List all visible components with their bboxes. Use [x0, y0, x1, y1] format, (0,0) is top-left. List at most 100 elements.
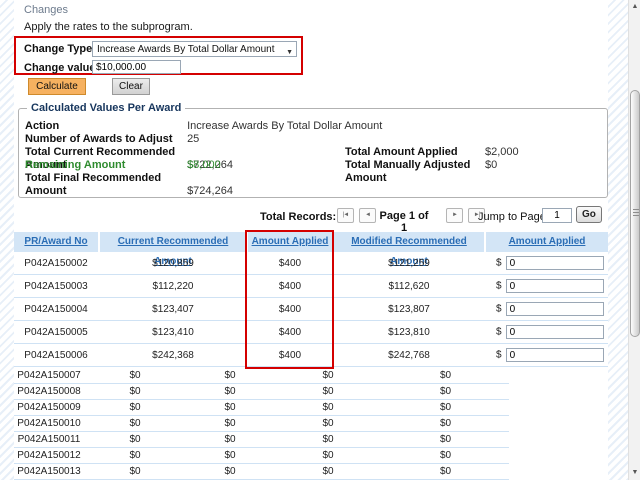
change-type-label: Change Type* — [24, 43, 97, 55]
award-no: P042A150005 — [14, 327, 98, 338]
deviation-input[interactable] — [506, 348, 604, 362]
calculated-values-panel: Calculated Values Per Award Action Incre… — [18, 102, 608, 198]
table-row: P042A150006 $242,368 $400 $242,768 $ — [14, 344, 608, 367]
award-no: P042A150009 — [14, 402, 84, 413]
next-page-button[interactable]: ► — [446, 208, 463, 223]
modified-recommended-amount: $242,768 — [334, 350, 484, 361]
modified-recommended-amount: $0 — [274, 418, 382, 429]
deviation-value: $0 — [382, 466, 509, 477]
table-row: P042A150010 $0 $0 $0 $0 — [14, 416, 509, 432]
deviation-value: $0 — [382, 450, 509, 461]
remaining-amount-value: $8,000 — [187, 159, 221, 171]
vertical-scrollbar[interactable]: ▲ ▼ — [628, 0, 640, 480]
currency-prefix: $ — [496, 281, 502, 292]
deviation-input[interactable] — [506, 302, 604, 316]
previous-page-icon: ◄ — [365, 212, 370, 218]
previous-page-button[interactable]: ◄ — [359, 208, 376, 223]
column-header-award-no[interactable]: PR/Award No — [14, 232, 98, 252]
table-row: P042A150011 $0 $0 $0 $0 — [14, 432, 509, 448]
scroll-up-icon[interactable]: ▲ — [629, 0, 640, 14]
currency-prefix: $ — [496, 327, 502, 338]
deviation-cell: $ — [486, 325, 608, 339]
summary-row: Total Final Recommended Amount $724,264 — [25, 172, 607, 185]
scrollbar-thumb[interactable] — [630, 90, 640, 337]
action-label: Action — [25, 120, 184, 133]
amount-applied: $0 — [186, 466, 274, 477]
table-row: P042A150009 $0 $0 $0 $0 — [14, 400, 509, 416]
manually-adjusted-value: $0 — [485, 159, 497, 172]
amount-applied: $400 — [248, 327, 332, 338]
modified-recommended-amount: $123,807 — [334, 304, 484, 315]
column-header-modified-recommended[interactable]: Modified Recommended Amount — [334, 232, 484, 252]
table-row: P042A150005 $123,410 $400 $123,810 $ — [14, 321, 608, 344]
current-recommended-amount: $120,859 — [100, 258, 246, 269]
summary-row: Total Current Recommended Amount $722,26… — [25, 146, 607, 159]
award-no: P042A150007 — [14, 370, 84, 381]
currency-prefix: $ — [496, 304, 502, 315]
change-type-select[interactable]: Increase Awards By Total Dollar Amount ▼ — [92, 41, 297, 57]
award-no: P042A150004 — [14, 304, 98, 315]
amount-applied: $0 — [186, 386, 274, 397]
awards-table: PR/Award No Current Recommended Amount A… — [14, 232, 608, 367]
deviation-cell: $ — [486, 302, 608, 316]
award-no: P042A150011 — [14, 434, 84, 445]
current-recommended-amount: $0 — [84, 370, 186, 381]
first-page-button[interactable]: |◄ — [337, 208, 354, 223]
page-margin-stripes-left — [0, 0, 14, 480]
modified-recommended-amount: $112,620 — [334, 281, 484, 292]
go-button[interactable]: Go — [576, 206, 602, 223]
jump-to-page-label: Jump to Page — [478, 211, 546, 223]
change-value-label: Change value* — [24, 62, 100, 74]
column-header-current-recommended[interactable]: Current Recommended Amount — [100, 232, 246, 252]
table-row: P042A150013 $0 $0 $0 $0 — [14, 464, 509, 480]
table-row: P042A150002 $120,859 $400 $121,259 $ — [14, 252, 608, 275]
clear-button[interactable]: Clear — [112, 78, 150, 95]
dropdown-arrow-icon: ▼ — [286, 46, 293, 60]
summary-row: Remaining Amount $8,000 Total Manually A… — [25, 159, 607, 172]
deviation-value: $0 — [382, 370, 509, 381]
modified-recommended-amount: $121,259 — [334, 258, 484, 269]
table-row: P042A150007 $0 $0 $0 $0 — [14, 368, 509, 384]
modified-recommended-amount: $0 — [274, 386, 382, 397]
award-no: P042A150010 — [14, 418, 84, 429]
amount-applied: $0 — [186, 450, 274, 461]
deviation-input[interactable] — [506, 325, 604, 339]
calculate-button[interactable]: Calculate — [28, 78, 86, 95]
deviation-value: $0 — [382, 418, 509, 429]
deviation-input[interactable] — [506, 256, 604, 270]
total-final-value: $724,264 — [187, 185, 233, 197]
table-row: P042A150003 $112,220 $400 $112,620 $ — [14, 275, 608, 298]
awards-table-zero-rows: P042A150007 $0 $0 $0 $0 P042A150008 $0 $… — [14, 368, 509, 480]
modified-recommended-amount: $123,810 — [334, 327, 484, 338]
current-recommended-amount: $0 — [84, 434, 186, 445]
amount-applied: $400 — [248, 350, 332, 361]
deviation-input[interactable] — [506, 279, 604, 293]
award-no: P042A150006 — [14, 350, 98, 361]
change-form-highlight-box: Change Type* Increase Awards By Total Do… — [14, 36, 303, 75]
page-margin-stripes-right — [608, 0, 628, 480]
summary-row: Action Increase Awards By Total Dollar A… — [25, 120, 607, 133]
deviation-value: $0 — [382, 386, 509, 397]
amount-applied: $0 — [186, 402, 274, 413]
column-header-deviation[interactable]: Amount Applied Deviation — [486, 232, 608, 252]
amount-applied: $400 — [248, 281, 332, 292]
awards-to-adjust-label: Number of Awards to Adjust — [25, 133, 184, 146]
modified-recommended-amount: $0 — [274, 450, 382, 461]
amount-applied: $0 — [186, 370, 274, 381]
amount-applied: $0 — [186, 434, 274, 445]
column-header-amount-applied[interactable]: Amount Applied — [248, 232, 332, 252]
change-value-input[interactable] — [92, 60, 181, 74]
amount-applied: $0 — [186, 418, 274, 429]
change-type-selected-option: Increase Awards By Total Dollar Amount — [97, 44, 275, 55]
scroll-down-icon[interactable]: ▼ — [629, 466, 640, 480]
deviation-cell: $ — [486, 279, 608, 293]
award-no: P042A150002 — [14, 258, 98, 269]
deviation-cell: $ — [486, 256, 608, 270]
changes-page: { "page": { "title": "Changes", "subtitl… — [0, 0, 640, 480]
remaining-amount-label: Remaining Amount — [25, 159, 184, 172]
total-applied-label: Total Amount Applied — [345, 146, 483, 159]
awards-table-header: PR/Award No Current Recommended Amount A… — [14, 232, 608, 252]
total-final-label: Total Final Recommended Amount — [25, 172, 184, 198]
jump-to-page-input[interactable] — [542, 208, 572, 223]
award-no: P042A150012 — [14, 450, 84, 461]
